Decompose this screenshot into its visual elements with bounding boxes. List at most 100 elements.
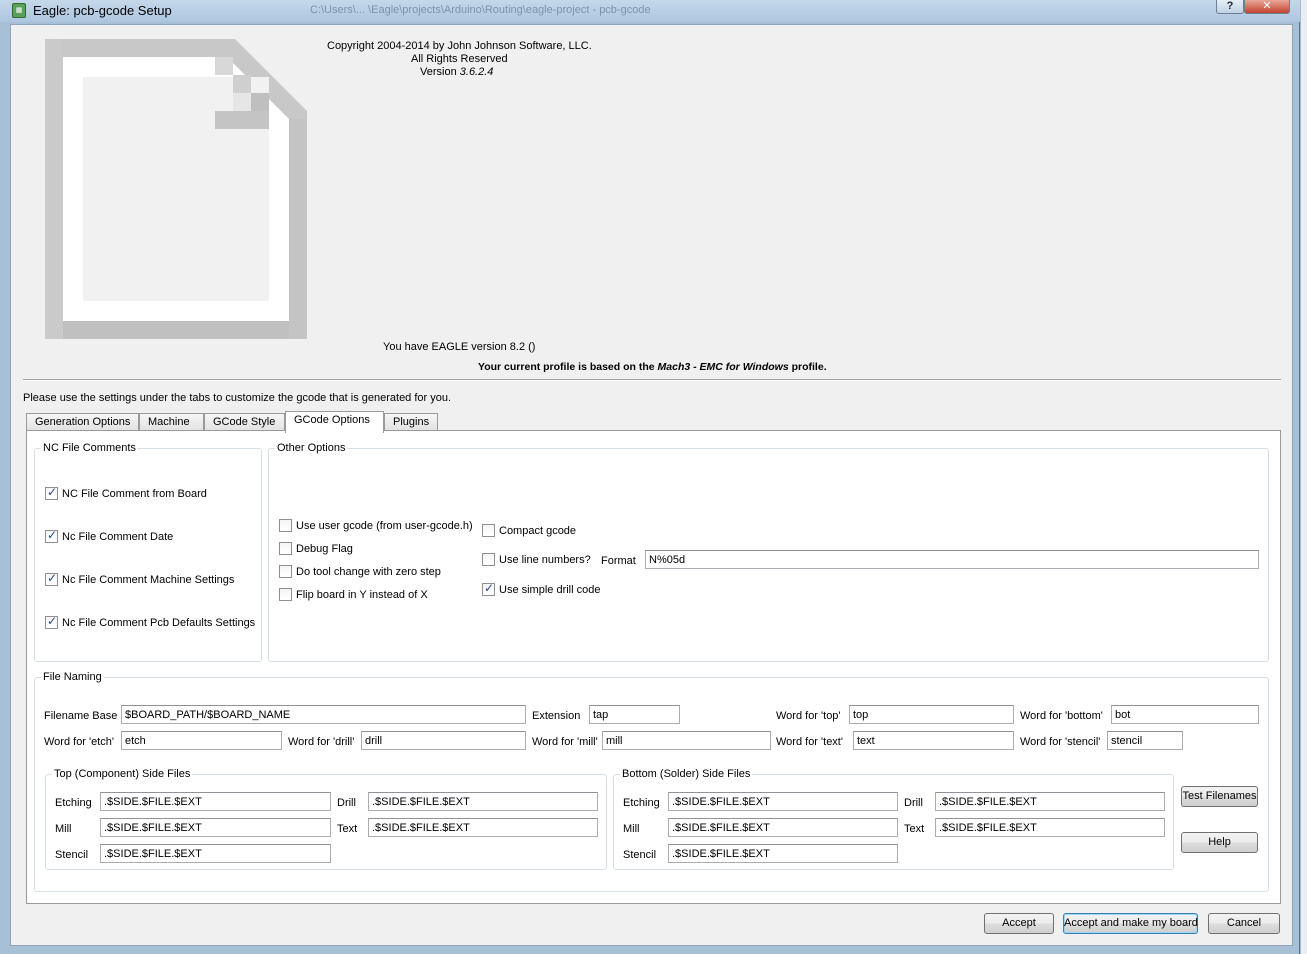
missing-image-icon: [45, 39, 307, 339]
checkbox-box[interactable]: [45, 614, 58, 629]
nc-file-comments-group: NC File Comments NC File Comment from Bo…: [34, 442, 262, 662]
background-window-edge: [1300, 0, 1307, 954]
simple-drill-code-checkbox[interactable]: Use simple drill code: [482, 581, 600, 597]
extension-input[interactable]: [589, 705, 680, 724]
bottom-drill-input[interactable]: [935, 792, 1165, 811]
debug-flag-checkbox[interactable]: Debug Flag: [279, 542, 353, 556]
bottom-mill-label: Mill: [623, 823, 640, 835]
filename-base-input[interactable]: [121, 705, 526, 724]
word-top-input[interactable]: [849, 705, 1014, 724]
dialog-body: Copyright 2004-2014 by John Johnson Soft…: [10, 24, 1293, 946]
nc-comment-board-checkbox[interactable]: NC File Comment from Board: [45, 485, 207, 501]
top-text-input[interactable]: [368, 818, 598, 837]
top-text-label: Text: [337, 823, 358, 835]
user-gcode-checkbox[interactable]: Use user gcode (from user-gcode.h): [279, 519, 473, 533]
dialog-window: ▦ Eagle: pcb-gcode Setup C:\Users\... \E…: [0, 0, 1300, 954]
instructions-text: Please use the settings under the tabs t…: [23, 392, 452, 404]
tab-panel-gcode-options: NC File Comments NC File Comment from Bo…: [26, 430, 1281, 904]
word-stencil-label: Word for 'stencil': [1020, 736, 1101, 748]
file-naming-group: File Naming Filename Base Extension Word…: [34, 671, 1269, 892]
profile-text: Your current profile is based on the Mac…: [478, 361, 827, 373]
word-bottom-label: Word for 'bottom': [1020, 710, 1103, 722]
top-side-files-group: Top (Component) Side Files Etching Drill…: [45, 768, 607, 870]
top-side-files-title: Top (Component) Side Files: [52, 768, 193, 780]
checkbox-box[interactable]: [45, 485, 58, 500]
word-top-label: Word for 'top': [776, 710, 841, 722]
bottom-text-label: Text: [904, 823, 925, 835]
word-etch-label: Word for 'etch': [44, 736, 115, 748]
cancel-button[interactable]: Cancel: [1208, 913, 1280, 934]
app-icon: ▦: [12, 3, 26, 18]
filename-base-label: Filename Base: [44, 710, 118, 722]
profile-suffix: profile.: [791, 361, 827, 373]
bottom-side-files-group: Bottom (Solder) Side Files Etching Drill…: [613, 768, 1174, 870]
bottom-mill-input[interactable]: [668, 818, 898, 837]
bottom-side-files-title: Bottom (Solder) Side Files: [620, 768, 753, 780]
profile-prefix: Your current profile is based on the: [478, 361, 655, 373]
checkbox-box[interactable]: [482, 581, 495, 596]
compact-gcode-checkbox[interactable]: Compact gcode: [482, 524, 576, 538]
eagle-version-text: You have EAGLE version 8.2 (): [383, 341, 536, 353]
accept-and-make-board-button[interactable]: Accept and make my board: [1063, 913, 1198, 934]
tab-gcode-options[interactable]: GCode Options: [285, 411, 384, 433]
bottom-etching-input[interactable]: [668, 792, 898, 811]
nc-file-comments-title: NC File Comments: [41, 442, 138, 454]
top-drill-input[interactable]: [368, 792, 598, 811]
test-filenames-button[interactable]: Test Filenames: [1181, 786, 1258, 807]
bottom-drill-label: Drill: [904, 797, 923, 809]
word-etch-input[interactable]: [121, 731, 282, 750]
top-stencil-label: Stencil: [55, 849, 89, 861]
other-options-title: Other Options: [275, 442, 348, 454]
version-text: Version 3.6.2.4: [420, 66, 493, 78]
extension-label: Extension: [532, 710, 581, 722]
top-stencil-input[interactable]: [100, 844, 331, 863]
checkbox-box[interactable]: [482, 553, 495, 566]
file-naming-title: File Naming: [41, 671, 104, 683]
top-mill-input[interactable]: [100, 818, 331, 837]
bottom-etching-label: Etching: [623, 797, 660, 809]
nc-comment-pcb-defaults-checkbox[interactable]: Nc File Comment Pcb Defaults Settings: [45, 614, 255, 630]
nc-comment-machine-settings-checkbox[interactable]: Nc File Comment Machine Settings: [45, 571, 234, 587]
checkbox-box[interactable]: [279, 519, 292, 532]
close-window-button[interactable]: ✕: [1244, 0, 1290, 14]
word-drill-input[interactable]: [361, 731, 526, 750]
window-title: Eagle: pcb-gcode Setup: [33, 3, 172, 18]
version-number: 3.6.2.4: [459, 66, 494, 78]
version-label: Version: [420, 66, 457, 78]
top-drill-label: Drill: [337, 797, 356, 809]
title-bar[interactable]: ▦ Eagle: pcb-gcode Setup C:\Users\... \E…: [0, 0, 1300, 22]
checkbox-box[interactable]: [482, 524, 495, 537]
word-bottom-input[interactable]: [1111, 705, 1259, 724]
flip-board-y-checkbox[interactable]: Flip board in Y instead of X: [279, 588, 428, 602]
bottom-text-input[interactable]: [935, 818, 1165, 837]
help-window-button[interactable]: ?: [1216, 0, 1244, 14]
format-input[interactable]: [645, 550, 1259, 569]
accept-button[interactable]: Accept: [984, 913, 1054, 934]
checkbox-box[interactable]: [279, 588, 292, 601]
top-etching-label: Etching: [55, 797, 92, 809]
other-options-group: Other Options Use user gcode (from user-…: [268, 442, 1269, 662]
checkbox-box[interactable]: [45, 528, 58, 543]
word-text-input[interactable]: [853, 731, 1014, 750]
word-mill-label: Word for 'mill': [532, 736, 598, 748]
bottom-stencil-label: Stencil: [623, 849, 657, 861]
nc-comment-date-checkbox[interactable]: Nc File Comment Date: [45, 528, 173, 544]
word-stencil-input[interactable]: [1107, 731, 1183, 750]
top-mill-label: Mill: [55, 823, 72, 835]
tool-change-zero-step-checkbox[interactable]: Do tool change with zero step: [279, 565, 441, 579]
profile-name: Mach3 - EMC for Windows: [657, 361, 789, 373]
word-mill-input[interactable]: [602, 731, 771, 750]
word-drill-label: Word for 'drill': [288, 736, 355, 748]
use-line-numbers-checkbox[interactable]: Use line numbers?: [482, 553, 591, 567]
checkbox-box[interactable]: [279, 565, 292, 578]
separator: [23, 379, 1281, 381]
copyright-text: Copyright 2004-2014 by John Johnson Soft…: [327, 40, 592, 52]
word-text-label: Word for 'text': [776, 736, 843, 748]
top-etching-input[interactable]: [100, 792, 331, 811]
checkbox-box[interactable]: [279, 542, 292, 555]
help-button[interactable]: Help: [1181, 832, 1258, 853]
checkbox-box[interactable]: [45, 571, 58, 586]
background-window-title: C:\Users\... \Eagle\projects\Arduino\Rou…: [310, 4, 651, 16]
rights-text: All Rights Reserved: [411, 53, 508, 65]
bottom-stencil-input[interactable]: [668, 844, 898, 863]
